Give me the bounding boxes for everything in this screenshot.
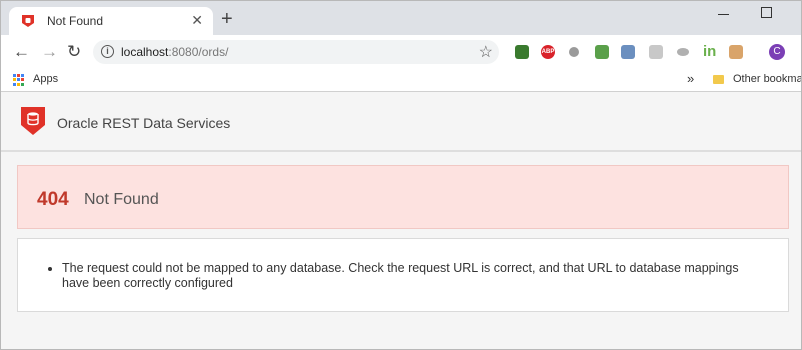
maximize-button[interactable] (761, 7, 772, 18)
adblock-icon[interactable]: ABP (541, 45, 555, 59)
close-icon[interactable]: ✕ (191, 12, 203, 28)
extension-icon[interactable] (515, 45, 529, 59)
tab-strip: Not Found ✕ + (1, 1, 801, 35)
ords-logo-icon (21, 107, 45, 135)
extension-icon[interactable] (595, 45, 609, 59)
url-text[interactable]: localhost:8080/ords/ (121, 45, 228, 59)
extension-icon[interactable] (677, 48, 689, 56)
page-header: Oracle REST Data Services (1, 92, 801, 152)
tab-not-found[interactable]: Not Found ✕ (9, 7, 213, 35)
error-text: Not Found (84, 191, 159, 208)
info-icon[interactable]: i (101, 45, 114, 58)
extension-icon[interactable] (621, 45, 635, 59)
url-path: :8080/ords/ (168, 45, 229, 59)
bookmark-star-icon[interactable]: ☆ (479, 42, 493, 62)
message-list: The request could not be mapped to any d… (62, 261, 762, 291)
error-banner: 404 Not Found (17, 165, 789, 229)
oracle-favicon-icon (22, 15, 34, 27)
address-bar[interactable]: i localhost:8080/ords/ ☆ (93, 40, 499, 64)
url-host: localhost (121, 45, 169, 59)
browser-toolbar: ← → ↻ i localhost:8080/ords/ ☆ ABP in C (1, 35, 801, 69)
new-tab-button[interactable]: + (221, 9, 233, 29)
extension-icon[interactable] (569, 47, 579, 57)
minimize-button[interactable] (718, 14, 729, 15)
reload-button[interactable]: ↻ (67, 43, 81, 61)
other-bookmarks[interactable]: Other bookma (733, 73, 801, 85)
extension-icon[interactable] (649, 45, 663, 59)
list-item: The request could not be mapped to any d… (62, 261, 762, 291)
browser-window: Not Found ✕ + ← → ↻ i localhost:8080/ord… (0, 0, 802, 350)
apps-grid-icon[interactable] (13, 74, 25, 86)
tab-title: Not Found (47, 14, 104, 28)
folder-icon (713, 75, 724, 84)
page-content: Oracle REST Data Services 404 Not Found … (1, 92, 801, 349)
more-bookmarks-icon[interactable]: » (687, 71, 694, 86)
apps-bookmark[interactable]: Apps (33, 73, 58, 85)
error-code: 404 (37, 189, 69, 210)
message-panel: The request could not be mapped to any d… (17, 238, 789, 312)
extension-icon[interactable] (729, 45, 743, 59)
profile-avatar[interactable]: C (769, 44, 785, 60)
linkedin-icon[interactable]: in (703, 44, 717, 59)
service-title: Oracle REST Data Services (57, 115, 231, 131)
bookmarks-bar: Apps » Other bookma (1, 69, 801, 92)
back-button[interactable]: ← (13, 43, 30, 61)
forward-button[interactable]: → (41, 43, 58, 61)
